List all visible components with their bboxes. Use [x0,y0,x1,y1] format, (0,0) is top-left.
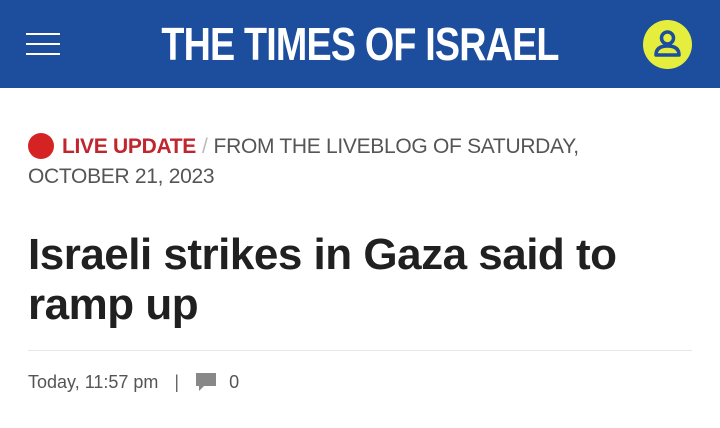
article-kicker: LIVE UPDATE / FROM THE LIVEBLOG OF SATURDA… [28,132,678,192]
user-account-icon[interactable] [643,20,692,69]
hamburger-menu-icon[interactable] [26,30,60,58]
meta-separator: | [174,372,180,392]
article-summary: LIVE UPDATE / FROM THE LIVEBLOG OF SATURDA… [0,88,720,428]
comment-count: 0 [229,372,240,392]
divider [28,350,692,351]
site-header: THE TIMES OF ISRAEL [0,0,720,88]
live-update-label[interactable]: LIVE UPDATE [62,135,196,158]
live-indicator-icon [28,133,54,159]
article-meta: Today, 11:57 pm | 0 [28,370,239,394]
site-logo[interactable]: THE TIMES OF ISRAEL [65,16,655,72]
article-headline: Israeli strikes in Gaza said to ramp up [28,230,617,329]
comment-bubble-icon [196,373,217,391]
publish-timestamp: Today, 11:57 pm [28,372,159,392]
kicker-separator: / [202,135,208,158]
comments-button[interactable]: 0 [195,370,239,394]
